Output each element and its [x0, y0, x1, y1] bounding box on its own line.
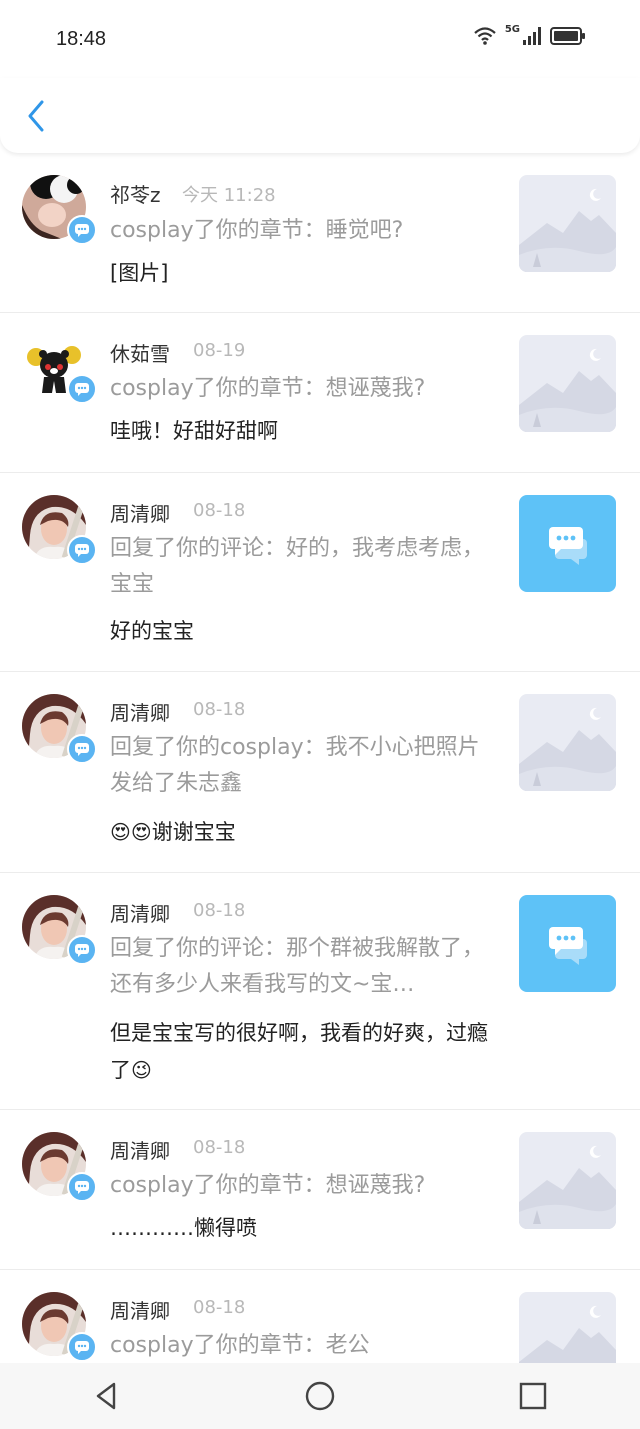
comment-badge-icon [67, 374, 97, 404]
activity-text: 回复了你的cosplay：我不小心把照片发给了朱志鑫 [110, 735, 480, 796]
activity-text: 回复了你的评论：那个群被我解散了，还有多少人来看我写的文~宝… [110, 936, 485, 997]
battery-icon [550, 27, 585, 45]
network-label: 5G [504, 23, 520, 35]
landscape-icon [519, 1292, 616, 1363]
activity-text: cosplay了你的章节：想诬蔑我? [110, 1173, 426, 1198]
user-name[interactable]: 休茹雪 [110, 338, 170, 367]
landscape-icon [519, 175, 616, 272]
status-icons: 5G [473, 23, 586, 46]
thumbnail-image-placeholder[interactable] [519, 175, 616, 272]
user-name[interactable]: 周清卿 [110, 1135, 170, 1164]
timestamp: 08-19 [193, 340, 246, 361]
landscape-icon [519, 694, 616, 791]
list-item[interactable]: 周清卿 08-18 回复了你的评论：好的，我考虑考虑，宝宝 好的宝宝 [0, 473, 640, 672]
timestamp: 08-18 [193, 699, 246, 720]
landscape-icon [519, 335, 616, 432]
comment-badge-icon [67, 535, 97, 565]
list-item[interactable]: 周清卿 08-18 回复了你的cosplay：我不小心把照片发给了朱志鑫 😍😍谢… [0, 672, 640, 873]
clock: 18:48 [56, 28, 107, 50]
user-name[interactable]: 周清卿 [110, 898, 170, 927]
header [0, 78, 640, 153]
list-item[interactable]: 休茹雪 08-19 cosplay了你的章节：想诬蔑我? 哇哦！好甜好甜啊 [0, 313, 640, 473]
activity-text: cosplay了你的章节：老公 [110, 1333, 370, 1358]
triangle-back-icon [96, 1382, 115, 1410]
message-text: [图片] [110, 261, 169, 285]
list-item[interactable]: 祁苓z 今天 11:28 cosplay了你的章节：睡觉吧? [图片] [0, 155, 640, 313]
timestamp: 08-18 [193, 1137, 246, 1158]
comment-bubbles-icon [519, 495, 616, 592]
user-name[interactable]: 周清卿 [110, 697, 170, 726]
comment-badge-icon [67, 215, 97, 245]
signal-icon [523, 27, 541, 45]
message-list: 祁苓z 今天 11:28 cosplay了你的章节：睡觉吧? [图片] 休茹雪 … [0, 155, 640, 1363]
message-text-body: 谢谢宝宝 [151, 820, 236, 844]
circle-home-icon [305, 1381, 335, 1411]
message-text: …………懒得喷 [110, 1216, 257, 1240]
comment-thumbnail[interactable] [519, 495, 616, 592]
comment-thumbnail[interactable] [519, 895, 616, 992]
user-name[interactable]: 周清卿 [110, 1295, 170, 1324]
thumbnail-image-placeholder[interactable] [519, 694, 616, 791]
comment-bubbles-icon [519, 895, 616, 992]
wifi-icon [474, 27, 496, 45]
emoji: 😍😍 [110, 820, 152, 844]
back-button[interactable] [20, 96, 56, 136]
timestamp: 08-18 [193, 1297, 246, 1318]
user-name[interactable]: 祁苓z [110, 179, 161, 208]
status-bar: 18:48 5G [0, 0, 640, 78]
chevron-left-icon [28, 100, 44, 132]
list-item[interactable]: 周清卿 08-18 cosplay了你的章节：老公 [0, 1270, 640, 1363]
list-item[interactable]: 周清卿 08-18 回复了你的评论：那个群被我解散了，还有多少人来看我写的文~宝… [0, 873, 640, 1110]
message-text: 但是宝宝写的很好啊，我看的好爽，过瘾了😉 [110, 1015, 490, 1089]
comment-badge-icon [67, 734, 97, 764]
nav-home-button[interactable] [290, 1366, 350, 1426]
timestamp: 08-18 [193, 900, 246, 921]
square-recents-icon [520, 1382, 547, 1410]
timestamp: 今天 11:28 [182, 185, 276, 206]
comment-badge-icon [67, 1172, 97, 1202]
timestamp: 08-18 [193, 500, 246, 521]
thumbnail-image-placeholder[interactable] [519, 1132, 616, 1229]
comment-badge-icon [67, 935, 97, 965]
thumbnail-image-placeholder[interactable] [519, 1292, 616, 1363]
activity-text: 回复了你的评论：好的，我考虑考虑，宝宝 [110, 536, 485, 597]
nav-back-button[interactable] [77, 1366, 137, 1426]
emoji: 😉 [131, 1058, 152, 1082]
activity-text: cosplay了你的章节：想诬蔑我? [110, 376, 426, 401]
activity-text: cosplay了你的章节：睡觉吧? [110, 218, 404, 243]
message-text-body: 但是宝宝写的很好啊，我看的好爽，过瘾了 [110, 1021, 488, 1082]
message-text: 😍😍谢谢宝宝 [110, 814, 490, 851]
nav-recents-button[interactable] [503, 1366, 563, 1426]
list-item[interactable]: 周清卿 08-18 cosplay了你的章节：想诬蔑我? …………懒得喷 [0, 1110, 640, 1270]
comment-badge-icon [67, 1332, 97, 1362]
user-name[interactable]: 周清卿 [110, 498, 170, 527]
landscape-icon [519, 1132, 616, 1229]
message-text: 哇哦！好甜好甜啊 [110, 419, 278, 443]
message-text: 好的宝宝 [110, 619, 194, 643]
thumbnail-image-placeholder[interactable] [519, 335, 616, 432]
system-nav-bar [0, 1363, 640, 1429]
